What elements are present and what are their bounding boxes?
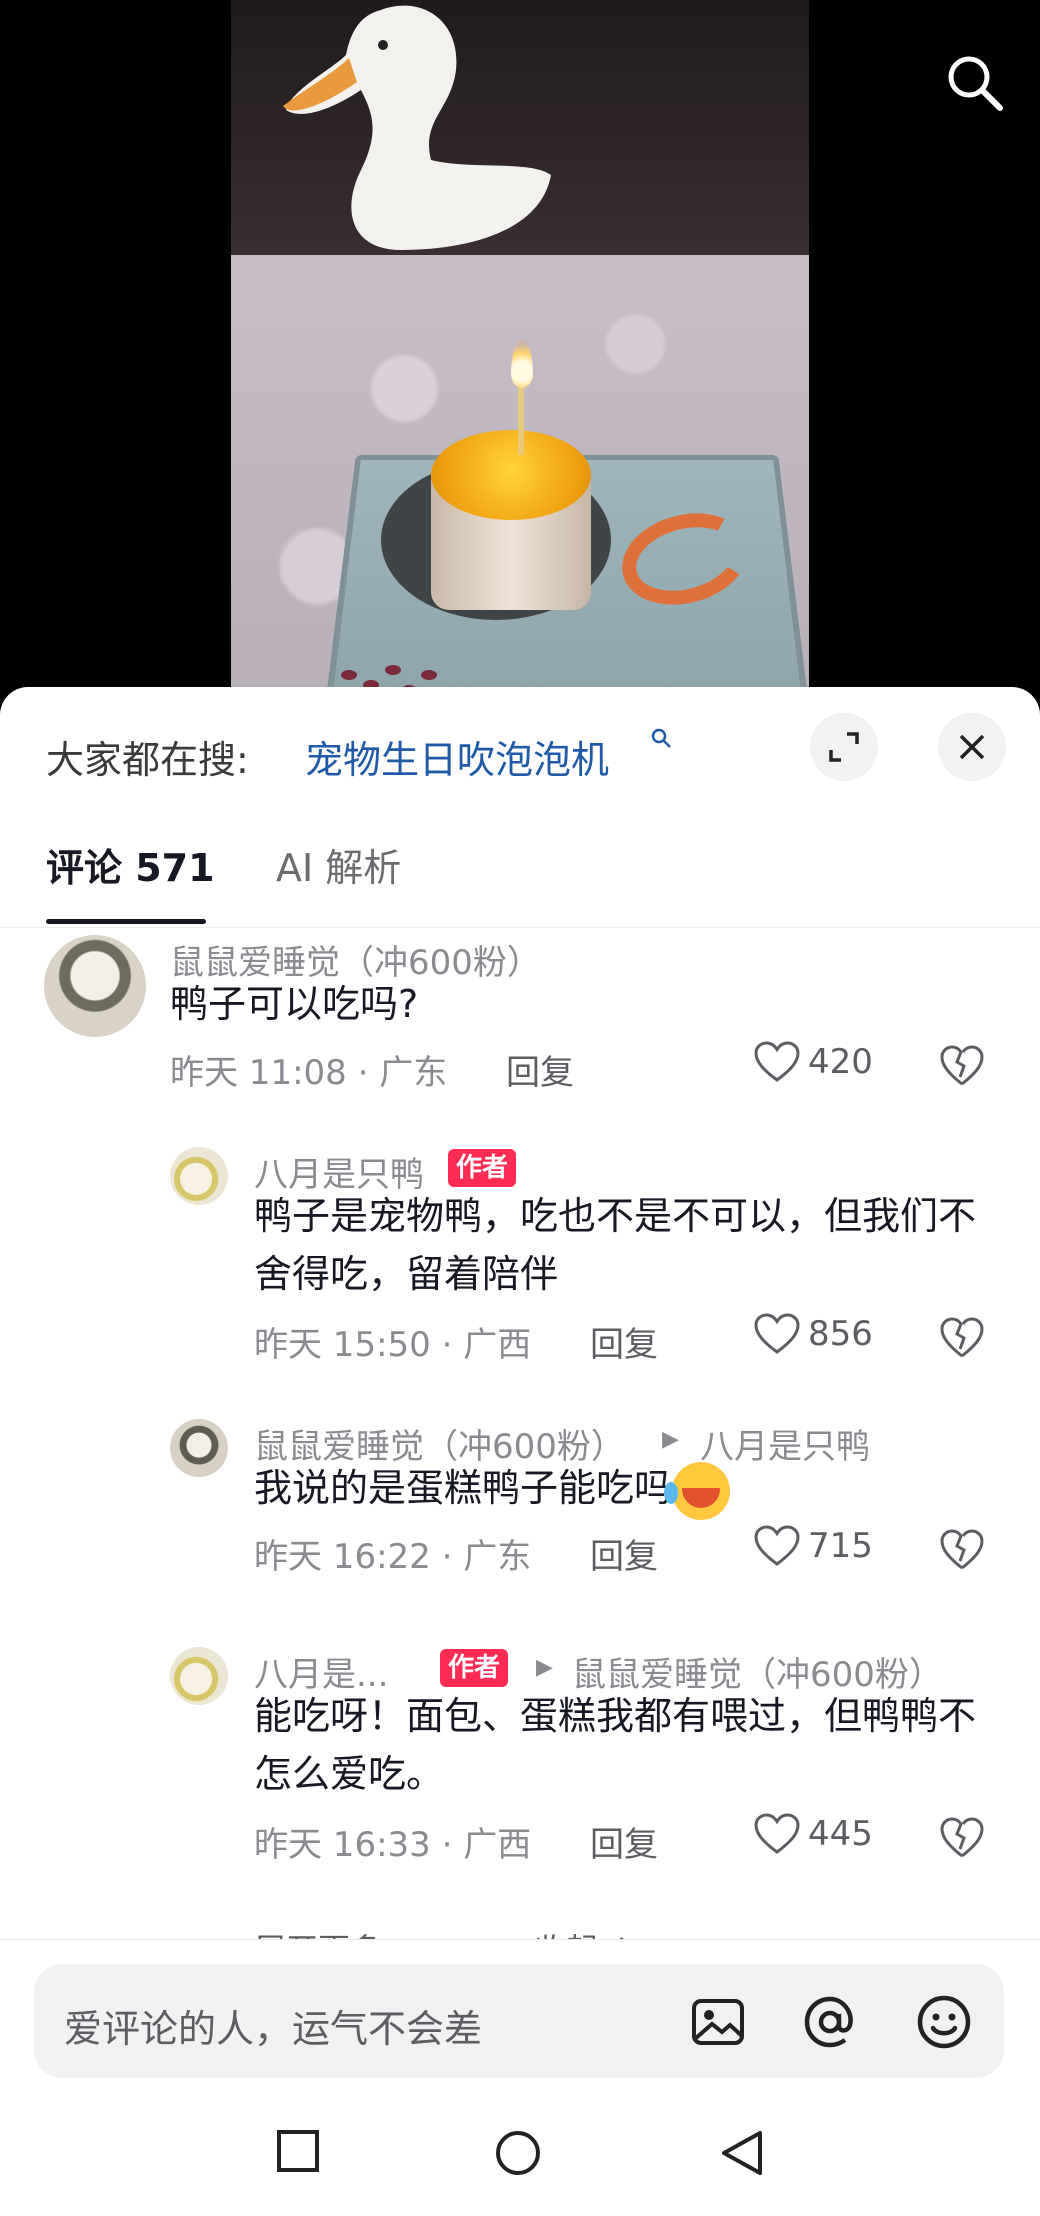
reply-button[interactable]: 回复: [590, 1817, 658, 1866]
hot-search-label: 大家都在搜:: [46, 738, 249, 782]
bean-decoration: [341, 600, 491, 700]
heart-icon: [754, 1525, 800, 1566]
comment-meta: 昨天 15:50 · 广西: [254, 1325, 532, 1365]
comment-text: 鸭子可以吃吗?: [170, 982, 419, 1026]
candle: [518, 385, 524, 455]
heart-icon: [754, 1041, 800, 1082]
author-badge: 作者: [448, 1149, 517, 1187]
like-count: 715: [808, 1526, 873, 1566]
birthday-cake: [431, 430, 591, 620]
reply-button[interactable]: 回复: [506, 1045, 574, 1094]
like-button[interactable]: 445: [754, 1813, 873, 1855]
like-count: 856: [808, 1314, 873, 1354]
heart-icon: [754, 1813, 800, 1854]
broken-heart-icon[interactable]: [940, 1817, 984, 1859]
image-icon[interactable]: [688, 1992, 748, 2052]
emoji-icon[interactable]: [914, 1992, 974, 2052]
comment-item: 鼠鼠爱睡觉（冲600粉） 鸭子可以吃吗? 昨天 11:08 · 广东 回复 42…: [0, 935, 1040, 1095]
comment-text: 鸭子是宠物鸭，吃也不是不可以，但我们不舍得吃，留着陪伴: [254, 1194, 977, 1296]
like-button[interactable]: 856: [754, 1313, 873, 1355]
reply-item: 八月是... 作者 ▶ 鼠鼠爱睡觉（冲600粉） 能吃呀！面包、蛋糕我都有喂过，…: [0, 1647, 1040, 1867]
at-icon[interactable]: [800, 1992, 860, 2052]
comment-input-bar: 爱评论的人，运气不会差: [0, 1939, 1040, 2090]
close-icon: [959, 734, 985, 760]
comment-text: 我说的是蛋糕鸭子能吃吗: [254, 1459, 984, 1520]
video-player[interactable]: [0, 0, 1040, 700]
laughing-emoji-icon: [664, 1461, 731, 1520]
reply-button[interactable]: 回复: [590, 1317, 658, 1366]
reply-button[interactable]: 回复: [590, 1529, 658, 1578]
reply-arrow-icon: ▶: [536, 1655, 553, 1680]
comment-input-placeholder: 爱评论的人，运气不会差: [64, 2007, 483, 2051]
recent-apps-icon[interactable]: [276, 2129, 320, 2173]
reply-arrow-icon: ▶: [662, 1427, 679, 1452]
active-tab-indicator: [46, 919, 206, 924]
broken-heart-icon[interactable]: [940, 1045, 984, 1087]
search-icon[interactable]: [942, 50, 1006, 114]
comment-meta: 昨天 16:22 · 广东: [254, 1537, 532, 1577]
comment-tabs: 评论 571 AI 解析: [0, 837, 1040, 928]
avatar[interactable]: [170, 1647, 228, 1705]
home-icon[interactable]: [494, 2129, 542, 2177]
comment-meta: 昨天 16:33 · 广西: [254, 1825, 532, 1865]
like-button[interactable]: 715: [754, 1525, 873, 1567]
hot-search-link[interactable]: 宠物生日吹泡泡机: [305, 729, 609, 784]
system-navigation-bar: [0, 2089, 1040, 2216]
comment-text: 能吃呀！面包、蛋糕我都有喂过，但鸭鸭不怎么爱吃。: [254, 1694, 977, 1796]
expand-icon: [829, 732, 859, 762]
comment-meta: 昨天 11:08 · 广东: [170, 1053, 448, 1093]
sheet-header: 大家都在搜: 宠物生日吹泡泡机: [0, 687, 1040, 807]
comment-input[interactable]: 爱评论的人，运气不会差: [34, 1964, 1004, 2078]
close-button[interactable]: [938, 713, 1006, 781]
broken-heart-icon[interactable]: [940, 1529, 984, 1571]
author-badge: 作者: [440, 1649, 509, 1687]
like-count: 420: [808, 1042, 873, 1082]
avatar[interactable]: [44, 935, 146, 1037]
like-count: 445: [808, 1814, 873, 1854]
tab-comments[interactable]: 评论 571: [46, 837, 215, 892]
avatar[interactable]: [170, 1147, 228, 1205]
avatar[interactable]: [170, 1419, 228, 1477]
reply-item: 鼠鼠爱睡觉（冲600粉） ▶ 八月是只鸭 我说的是蛋糕鸭子能吃吗 昨天 16:2…: [0, 1419, 1040, 1579]
expand-button[interactable]: [810, 713, 878, 781]
back-icon[interactable]: [720, 2129, 764, 2177]
broken-heart-icon[interactable]: [940, 1317, 984, 1359]
video-frame: [231, 0, 809, 700]
like-button[interactable]: 420: [754, 1041, 873, 1083]
comment-sheet: 大家都在搜: 宠物生日吹泡泡机 评论 571 AI 解析 鼠鼠爱睡觉（冲600粉…: [0, 687, 1040, 2216]
tab-ai-analysis[interactable]: AI 解析: [276, 837, 401, 892]
small-search-icon: [650, 727, 672, 755]
heart-icon: [754, 1313, 800, 1354]
duck-image: [283, 5, 551, 251]
reply-item: 八月是只鸭 作者 鸭子是宠物鸭，吃也不是不可以，但我们不舍得吃，留着陪伴 昨天 …: [0, 1147, 1040, 1367]
